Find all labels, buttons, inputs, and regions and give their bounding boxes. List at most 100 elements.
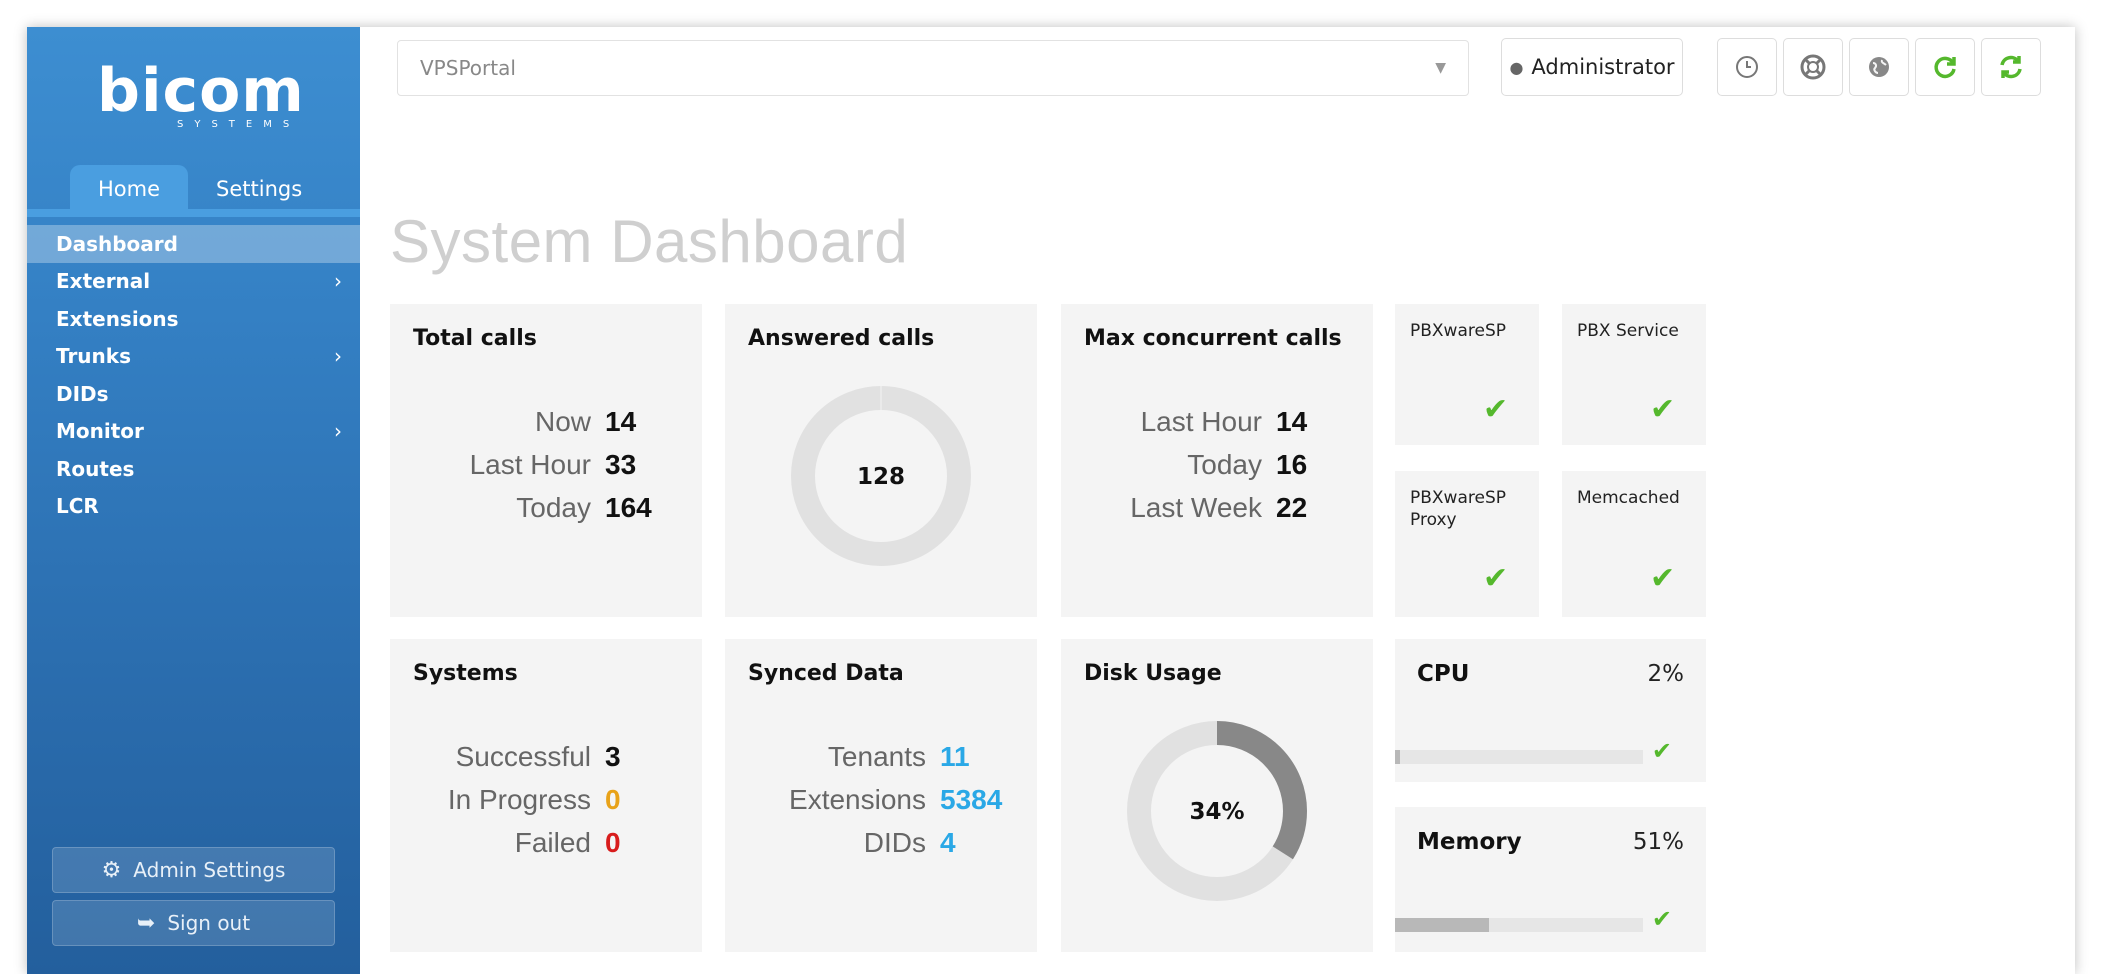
memory-title: Memory [1417,829,1522,855]
check-icon: ✔ [1651,737,1672,765]
service-name: Memcached [1577,488,1680,508]
stat-value: 16 [1276,448,1308,480]
stat-value: 3 [605,740,621,772]
logo-text: bicom [97,56,305,126]
sidebar-item-extensions[interactable]: Extensions [27,300,360,338]
sidebar-item-trunks[interactable]: Trunks › [27,338,360,376]
sidebar-item-routes[interactable]: Routes [27,450,360,488]
check-icon: ✔ [1483,392,1509,427]
clock-icon [1736,56,1758,78]
stat-row: Tenants 11 [725,735,1037,778]
sign-out-button[interactable]: ➥ Sign out [52,900,335,946]
sidebar-item-label: External [56,269,151,294]
card-title: Synced Data [748,661,904,686]
systems-card: Systems Successful 3 In Progress 0 Failed 0 [390,639,702,952]
systems-stats: Successful 3 In Progress 0 Failed 0 [390,735,702,864]
service-tile-pbxwaresp: PBXwareSP ✔ [1395,304,1539,445]
admin-settings-button[interactable]: ⚙ Admin Settings [52,847,335,893]
caret-down-icon: ▼ [1435,60,1446,76]
stat-label: Last Week [1130,491,1262,523]
max-concurrent-stats: Last Hour 14 Today 16 Last Week 22 [1061,400,1373,529]
stat-row: Now 14 [390,400,702,443]
donut-value: 128 [856,464,905,490]
check-icon: ✔ [1650,561,1676,596]
stat-row: Extensions 5384 [725,778,1037,821]
service-tile-pbx-service: PBX Service ✔ [1562,304,1706,445]
service-name: PBXwareSP [1410,321,1506,341]
app-window: bicom SYSTEMS Home Settings Dashboard Ex… [27,27,2075,974]
stat-label: Successful [455,740,591,772]
lifebuoy-icon [1800,54,1826,80]
sidebar-item-dashboard[interactable]: Dashboard [27,225,360,263]
stat-row: Today 164 [390,486,702,529]
check-icon: ✔ [1650,392,1676,427]
stat-value: 0 [605,826,621,858]
stat-row: In Progress 0 [390,778,702,821]
card-title: Answered calls [748,326,935,351]
stat-value: 33 [605,448,637,480]
cpu-card: CPU 2% ✔ [1395,639,1706,782]
stat-row: DIDs 4 [725,821,1037,864]
chevron-right-icon: › [334,269,342,294]
sidebar-item-label: Extensions [56,306,179,331]
check-icon: ✔ [1651,905,1672,933]
sidebar-item-dids[interactable]: DIDs [27,375,360,413]
portal-select[interactable]: VPSPortal ▼ [397,40,1469,96]
globe-icon [1869,57,1889,77]
sidebar-item-lcr[interactable]: LCR [27,488,360,526]
admin-settings-label: Admin Settings [133,858,286,882]
stat-label: In Progress [447,783,591,815]
stat-row: Last Week 22 [1061,486,1373,529]
tab-settings[interactable]: Settings [188,165,330,213]
refresh-icon [2000,55,2022,79]
sidebar-item-label: Dashboard [56,231,178,256]
total-calls-stats: Now 14 Last Hour 33 Today 164 [390,400,702,529]
bicom-logo[interactable]: bicom SYSTEMS [97,56,305,131]
memory-progress-fill [1395,918,1490,932]
sidebar-item-label: Routes [56,456,135,481]
card-title: Disk Usage [1084,661,1222,686]
cpu-progress-bar [1395,750,1643,764]
sidebar-item-label: Trunks [56,344,131,369]
stat-value: 5384 [940,783,1003,815]
stat-label: DIDs [863,826,926,858]
stat-label: Extensions [789,783,926,815]
sidebar-item-label: DIDs [56,381,109,406]
user-menu-button[interactable]: ● Administrator [1501,38,1683,96]
stat-label: Now [534,405,591,437]
language-button[interactable] [1849,38,1909,96]
stat-value: 14 [1276,405,1308,437]
clock-button[interactable] [1717,38,1777,96]
service-name: PBXwareSP Proxy [1410,488,1506,530]
sidebar-item-monitor[interactable]: Monitor › [27,413,360,451]
cpu-progress-fill [1395,750,1400,764]
sidebar: bicom SYSTEMS Home Settings Dashboard Ex… [27,27,360,974]
cpu-title: CPU [1417,661,1470,687]
check-icon: ✔ [1483,561,1509,596]
disk-usage-card: Disk Usage 34% [1061,639,1373,952]
stat-row: Today 16 [1061,443,1373,486]
memory-progress-bar [1395,918,1643,932]
card-title: Systems [413,661,518,686]
sidebar-item-label: LCR [56,494,99,519]
stat-label: Today [516,491,591,523]
stat-value: 164 [605,491,652,523]
stat-row: Last Hour 33 [390,443,702,486]
tab-home[interactable]: Home [70,165,189,213]
card-title: Max concurrent calls [1084,326,1342,351]
sidebar-item-external[interactable]: External › [27,263,360,301]
stat-value: 4 [940,826,956,858]
synced-data-card: Synced Data Tenants 11 Extensions 5384 DID… [725,639,1037,952]
service-tile-pbxwaresp-proxy: PBXwareSP Proxy ✔ [1395,471,1539,617]
card-title: Total calls [413,326,537,351]
stat-row: Successful 3 [390,735,702,778]
help-button[interactable] [1783,38,1843,96]
stat-value: 22 [1276,491,1308,523]
max-concurrent-calls-card: Max concurrent calls Last Hour 14 Today 16… [1061,304,1373,617]
reload-button[interactable] [1915,38,1975,96]
user-icon: ● [1509,57,1524,77]
portal-select-value: VPSPortal [420,56,516,80]
sidebar-nav: Dashboard External › Extensions Trunks › D… [27,225,360,525]
stat-label: Last Hour [1140,405,1262,437]
refresh-button[interactable] [1981,38,2041,96]
